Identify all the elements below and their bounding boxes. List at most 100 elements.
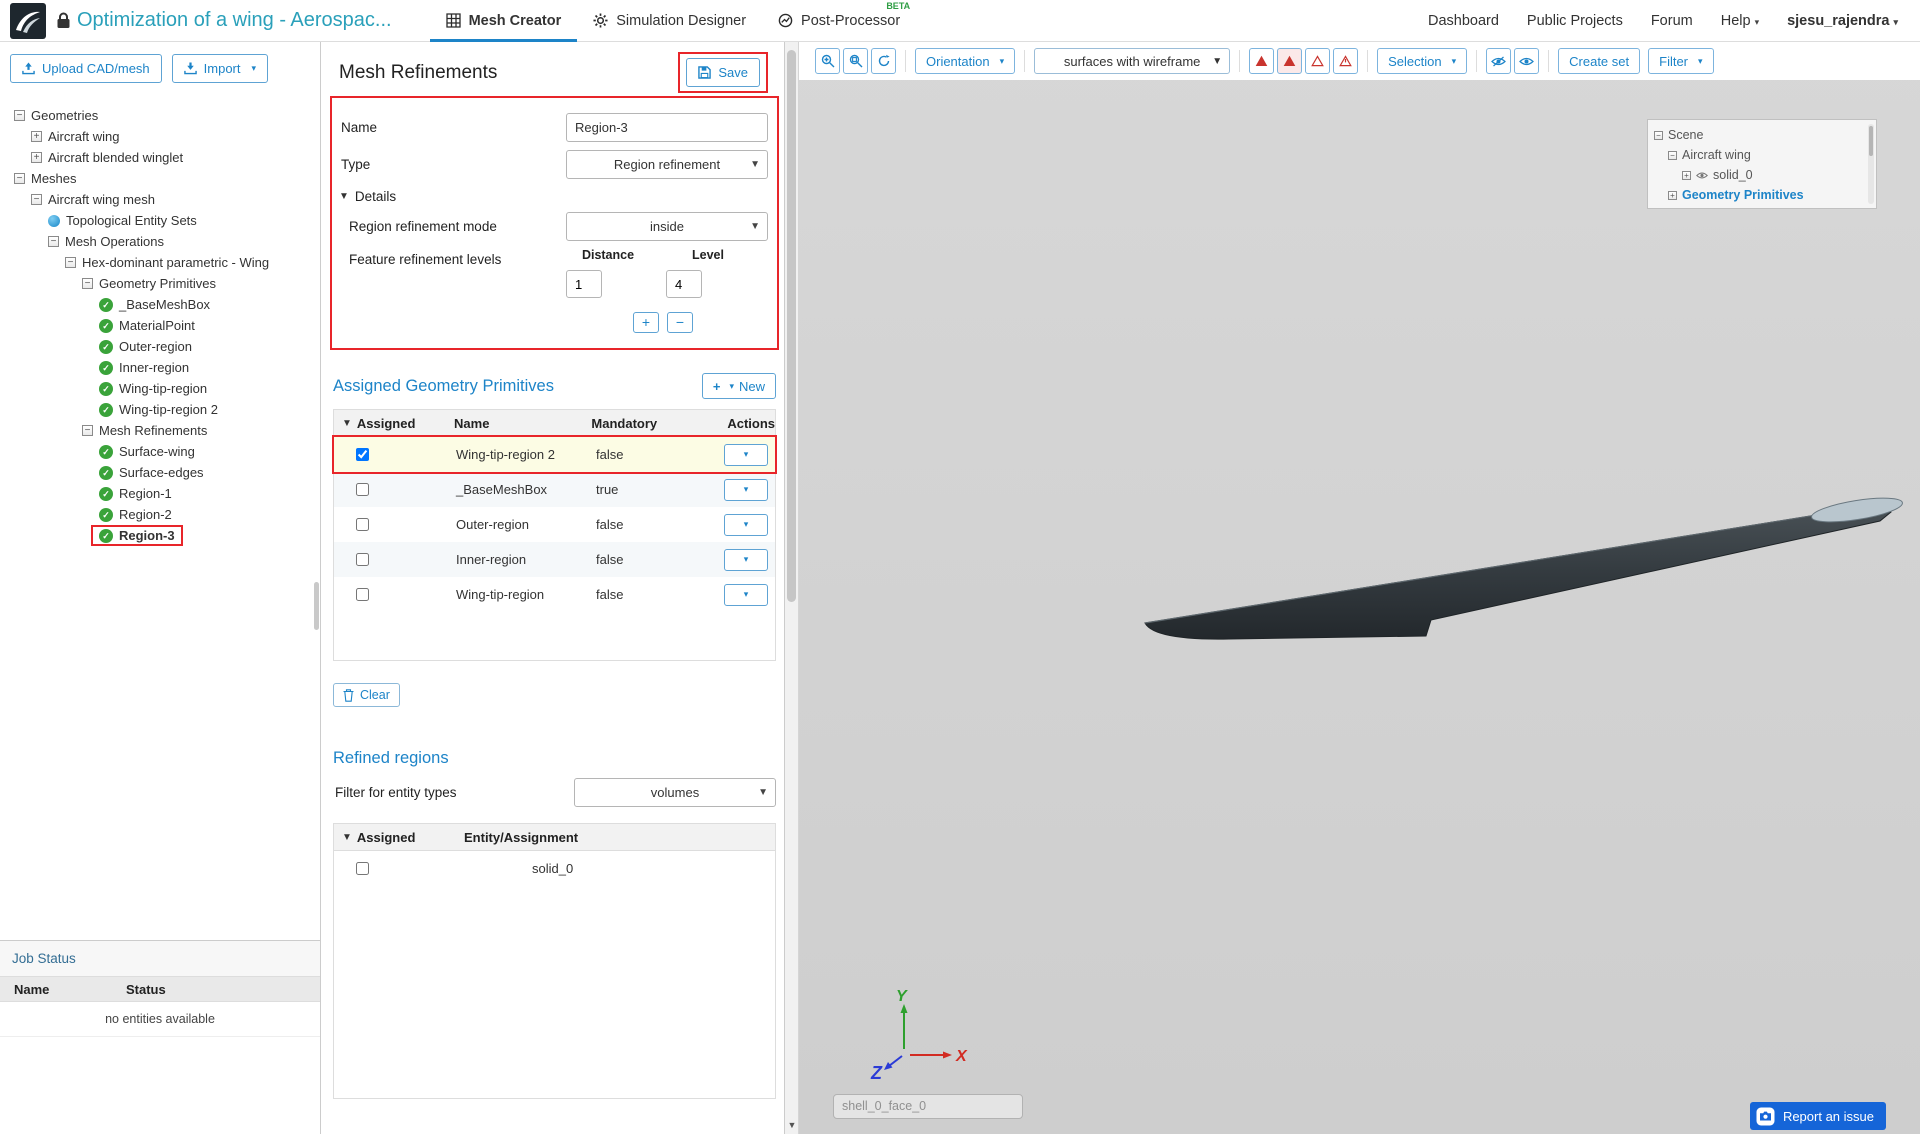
tab-mesh-creator[interactable]: Mesh Creator <box>430 0 578 42</box>
hide-button[interactable] <box>1486 48 1512 74</box>
import-button[interactable]: Import ▾ <box>171 54 269 83</box>
scene-node-solid-0[interactable]: + solid_0 <box>1654 165 1864 185</box>
collapse-icon[interactable]: − <box>14 110 25 121</box>
warning-filled-button[interactable] <box>1249 48 1275 74</box>
collapse-icon[interactable]: − <box>31 194 42 205</box>
tree-item-mesh-operations[interactable]: − Mesh Operations <box>0 231 320 252</box>
collapse-icon[interactable]: − <box>65 257 76 268</box>
orientation-button[interactable]: Orientation ▾ <box>915 48 1016 74</box>
show-button[interactable] <box>1514 48 1540 74</box>
entity-type-select[interactable]: volumes ▼ <box>574 778 776 807</box>
tree-item-region-2[interactable]: ✓ Region-2 <box>0 504 320 525</box>
assigned-checkbox[interactable] <box>356 448 369 461</box>
upload-cad-button[interactable]: Upload CAD/mesh <box>10 54 162 83</box>
collapse-icon[interactable]: − <box>1668 150 1677 160</box>
tree-item-hex-dominant-parametric-wing[interactable]: − Hex-dominant parametric - Wing <box>0 252 320 273</box>
collapse-icon[interactable]: − <box>82 425 93 436</box>
panel-scrollbar[interactable]: ▼ <box>785 42 799 1134</box>
nav-public-projects[interactable]: Public Projects <box>1527 13 1623 29</box>
assigned-checkbox[interactable] <box>356 483 369 496</box>
3d-viewport[interactable]: Orientation ▾ surfaces with wireframe ▼ <box>799 42 1920 1134</box>
report-issue-button[interactable]: Report an issue <box>1749 1102 1886 1130</box>
nav-dashboard[interactable]: Dashboard <box>1428 13 1499 29</box>
distance-input[interactable] <box>566 270 602 298</box>
row-actions-dropdown[interactable]: ▾ <box>724 513 768 536</box>
tree-item-surface-wing[interactable]: ✓ Surface-wing <box>0 441 320 462</box>
expand-icon[interactable]: + <box>1668 190 1677 200</box>
warning-filled-2-button[interactable] <box>1277 48 1303 74</box>
save-button[interactable]: Save <box>686 58 760 87</box>
tree-item-region-1[interactable]: ✓ Region-1 <box>0 483 320 504</box>
reset-view-button[interactable] <box>871 48 896 74</box>
row-actions-dropdown[interactable]: ▾ <box>724 443 768 466</box>
tree-item-surface-edges[interactable]: ✓ Surface-edges <box>0 462 320 483</box>
tree-item-mesh-refinements[interactable]: − Mesh Refinements <box>0 420 320 441</box>
tree-item-inner-region[interactable]: ✓ Inner-region <box>0 357 320 378</box>
collapse-icon[interactable]: − <box>82 278 93 289</box>
name-input[interactable] <box>566 112 768 142</box>
tree-item-wing-tip-region-2[interactable]: ✓ Wing-tip-region 2 <box>0 399 320 420</box>
add-level-button[interactable]: + <box>633 312 659 333</box>
expand-icon[interactable]: + <box>31 131 42 142</box>
refined-row-solid-0[interactable]: solid_0 <box>334 851 775 886</box>
scrollbar-thumb[interactable] <box>787 50 796 602</box>
tab-post-processor[interactable]: Post-Processor BETA <box>762 0 916 42</box>
project-title[interactable]: Optimization of a wing - Aerospac... <box>77 9 392 32</box>
assigned-row-inner-region[interactable]: Inner-region false ▾ <box>334 542 775 577</box>
remove-level-button[interactable]: − <box>667 312 693 333</box>
new-primitive-button[interactable]: + ▾ New <box>701 373 776 399</box>
refined-checkbox[interactable] <box>356 862 369 875</box>
scene-node-aircraft-wing[interactable]: − Aircraft wing <box>1654 145 1864 165</box>
assigned-row-wing-tip-region[interactable]: Wing-tip-region false ▾ <box>334 577 775 612</box>
warning-outline-button[interactable] <box>1305 48 1331 74</box>
collapse-icon[interactable]: − <box>48 236 59 247</box>
clear-button[interactable]: Clear <box>333 683 400 707</box>
row-actions-dropdown[interactable]: ▾ <box>724 478 768 501</box>
assigned-checkbox[interactable] <box>356 518 369 531</box>
scene-scrollbar[interactable] <box>1868 124 1874 204</box>
tree-item-materialpoint[interactable]: ✓ MaterialPoint <box>0 315 320 336</box>
create-set-button[interactable]: Create set <box>1558 48 1641 74</box>
tree-item-aircraft-wing[interactable]: + Aircraft wing <box>0 126 320 147</box>
expand-icon[interactable]: + <box>31 152 42 163</box>
tree-item-meshes[interactable]: − Meshes <box>0 168 320 189</box>
selection-button[interactable]: Selection ▾ <box>1377 48 1468 74</box>
nav-forum[interactable]: Forum <box>1651 13 1693 29</box>
expand-icon[interactable]: + <box>1682 170 1691 180</box>
collapse-icon[interactable]: − <box>14 173 25 184</box>
warning-outline-2-button[interactable] <box>1333 48 1359 74</box>
tree-item-geometry-primitives[interactable]: − Geometry Primitives <box>0 273 320 294</box>
sort-caret-icon[interactable]: ▼ <box>342 832 352 843</box>
app-logo[interactable] <box>10 2 46 39</box>
type-select[interactable]: Region refinement ▼ <box>566 149 768 179</box>
tree-item-wing-tip-region[interactable]: ✓ Wing-tip-region <box>0 378 320 399</box>
assigned-row-wing-tip-region-2[interactable]: Wing-tip-region 2 false ▾ <box>332 435 777 474</box>
tree-item-region-3[interactable]: ✓ Region-3 <box>0 525 320 546</box>
tree-item-topological-entity-sets[interactable]: Topological Entity Sets <box>0 210 320 231</box>
scene-node-scene[interactable]: − Scene <box>1654 125 1864 145</box>
level-input[interactable] <box>666 270 702 298</box>
sidebar-scrollbar[interactable] <box>314 582 319 630</box>
tree-item-aircraft-wing-mesh[interactable]: − Aircraft wing mesh <box>0 189 320 210</box>
assigned-row-basemeshbox[interactable]: _BaseMeshBox true ▾ <box>334 472 775 507</box>
tree-item-geometries[interactable]: − Geometries <box>0 105 320 126</box>
nav-help[interactable]: Help ▾ <box>1721 13 1759 29</box>
assigned-checkbox[interactable] <box>356 553 369 566</box>
zoom-window-button[interactable] <box>843 48 868 74</box>
tab-simulation-designer[interactable]: Simulation Designer <box>577 0 762 42</box>
user-menu[interactable]: sjesu_rajendra ▾ <box>1787 13 1898 29</box>
render-mode-select[interactable]: surfaces with wireframe ▼ <box>1034 48 1231 74</box>
details-toggle[interactable]: ▼ Details <box>339 189 768 204</box>
row-actions-dropdown[interactable]: ▾ <box>724 583 768 606</box>
tree-item-aircraft-blended-winglet[interactable]: + Aircraft blended winglet <box>0 147 320 168</box>
collapse-icon[interactable]: − <box>1654 130 1663 140</box>
row-actions-dropdown[interactable]: ▾ <box>724 548 768 571</box>
mode-select[interactable]: inside ▼ <box>566 211 768 241</box>
tree-item-basemeshbox[interactable]: ✓ _BaseMeshBox <box>0 294 320 315</box>
assigned-row-outer-region[interactable]: Outer-region false ▾ <box>334 507 775 542</box>
tree-item-outer-region[interactable]: ✓ Outer-region <box>0 336 320 357</box>
scene-node-geometry-primitives[interactable]: + Geometry Primitives <box>1654 185 1864 205</box>
sort-caret-icon[interactable]: ▼ <box>342 418 352 429</box>
scroll-down-icon[interactable]: ▼ <box>785 1120 799 1130</box>
zoom-in-button[interactable] <box>815 48 840 74</box>
